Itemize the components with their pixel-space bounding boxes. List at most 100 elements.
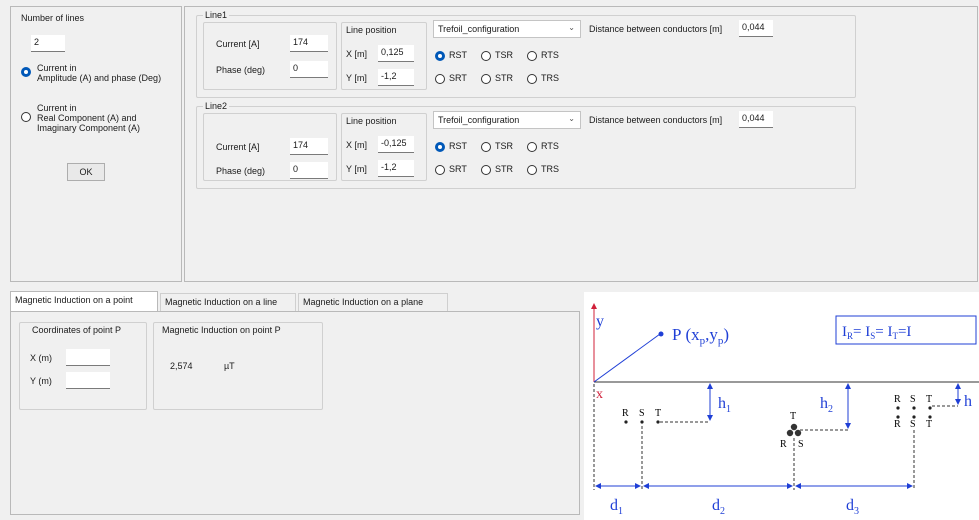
line1-order-srt-label: SRT [449,73,467,83]
line1-order-tsr-radio[interactable] [481,51,491,61]
point-marker [658,331,664,337]
amplitude-phase-label-1: Current in [37,63,77,73]
trefoil-s [794,429,802,437]
line2-order-rts-label: RTS [541,141,559,151]
line2-order-str-label: STR [495,164,513,174]
line2-order-rst-radio[interactable] [435,142,445,152]
line2-y-label: Y [m] [346,164,367,174]
trefoil-label-s: S [798,439,804,450]
line1-current-label: Current [A] [216,39,260,49]
tab-induction-line[interactable]: Magnetic Induction on a line [160,293,296,311]
line2-group: Line2 Current [A] 174 Phase (deg) 0 Line… [196,101,856,189]
line2-configuration-value: Trefoil_configuration [438,115,520,125]
line1-x-label: X [m] [346,49,368,59]
chevron-down-icon: ⌄ [568,114,575,123]
result-title: Magnetic Induction on point P [162,325,281,335]
line2-order-trs-radio[interactable] [527,165,537,175]
cond-s3a [912,406,916,410]
line1-y-input[interactable]: -1,2 [378,69,414,86]
line1-order-rst-label: RST [449,50,467,60]
y-axis-label: y [596,313,604,330]
line1-order-str-radio[interactable] [481,74,491,84]
line2-order-trs-label: TRS [541,164,559,174]
line2-distance-label: Distance between conductors [m] [589,115,723,125]
line2-configuration-select[interactable]: Trefoil_configuration ⌄ [433,111,581,129]
phase-label-t3a: T [926,394,932,405]
configuration-diagram: y x P (xp,yp) IR= IS= IT=I R S T h1 T R S… [584,292,979,520]
number-of-lines-label: Number of lines [21,13,85,23]
line1-order-srt-radio[interactable] [435,74,445,84]
line1-y-label: Y [m] [346,73,367,83]
real-imag-label-3: Imaginary Component (A) [37,123,141,133]
lines-panel: Line1 Current [A] 174 Phase (deg) 0 Line… [184,6,978,282]
d2-label: d2 [712,497,725,517]
trefoil-t [790,423,798,431]
line2-order-srt-radio[interactable] [435,165,445,175]
phase-label-s1: S [639,408,645,419]
point-x-input[interactable] [66,349,110,366]
real-imag-radio[interactable] [21,112,31,122]
ok-button[interactable]: OK [67,163,105,181]
result-value: 2,574 [170,361,193,371]
amplitude-phase-radio[interactable] [21,67,31,77]
tab-induction-point[interactable]: Magnetic Induction on a point [10,291,158,311]
line1-title: Line1 [203,10,230,20]
line2-order-srt-label: SRT [449,164,467,174]
trefoil-label-t: T [790,411,796,422]
line1-phase-input[interactable]: 0 [290,61,328,78]
phase-label-s3a: S [910,394,916,405]
point-x-label: X (m) [30,353,52,363]
current-equation: IR= IS= IT=I [842,324,911,341]
line2-order-rst-label: RST [449,141,467,151]
line1-group: Line1 Current [A] 174 Phase (deg) 0 Line… [196,10,856,98]
line2-distance-input[interactable]: 0,044 [739,111,773,128]
line1-order-str-label: STR [495,73,513,83]
line1-x-input[interactable]: 0,125 [378,45,414,62]
phase-label-t3b: T [926,419,932,430]
point-y-label: Y (m) [30,376,52,386]
line1-configuration-select[interactable]: Trefoil_configuration ⌄ [433,20,581,38]
line1-distance-input[interactable]: 0,044 [739,20,773,37]
results-tab-control: Magnetic Induction on a point Magnetic I… [10,291,580,515]
cond-t1 [656,420,660,424]
line2-order-str-radio[interactable] [481,165,491,175]
line1-current-input[interactable]: 174 [290,35,328,52]
line2-order-tsr-radio[interactable] [481,142,491,152]
line2-current-input[interactable]: 174 [290,138,328,155]
line2-current-box: Current [A] 174 Phase (deg) 0 [203,113,337,181]
point-y-input[interactable] [66,372,110,389]
phase-label-s3b: S [910,419,916,430]
d1-label: d1 [610,497,623,517]
line1-phase-label: Phase (deg) [216,65,266,75]
h3-label: h [964,393,972,410]
point-label: P (xp,yp) [672,325,729,347]
coordinates-title: Coordinates of point P [32,325,122,335]
phase-label-r3a: R [894,394,901,405]
phase-label-r3b: R [894,419,901,430]
line1-position-title: Line position [346,25,397,35]
tab-induction-plane[interactable]: Magnetic Induction on a plane [298,293,448,311]
line1-distance-label: Distance between conductors [m] [589,24,723,34]
tab-page-induction-point: Coordinates of point P X (m) Y (m) Magne… [10,311,580,515]
cond-s1 [640,420,644,424]
cond-r1 [624,420,628,424]
line2-order-rts-radio[interactable] [527,142,537,152]
line1-order-rts-radio[interactable] [527,51,537,61]
line2-phase-label: Phase (deg) [216,166,266,176]
line2-current-label: Current [A] [216,142,260,152]
line2-phase-input[interactable]: 0 [290,162,328,179]
real-imag-label-2: Real Component (A) and [37,113,137,123]
line2-x-input[interactable]: -0,125 [378,136,414,153]
line2-title: Line2 [203,101,230,111]
line1-order-trs-radio[interactable] [527,74,537,84]
line1-order-rst-radio[interactable] [435,51,445,61]
diagram-svg: y x P (xp,yp) IR= IS= IT=I R S T h1 T R S… [591,303,979,517]
number-of-lines-input[interactable]: 2 [31,35,65,52]
amplitude-phase-label-2: Amplitude (A) and phase (Deg) [37,73,162,83]
line1-order-tsr-label: TSR [495,50,513,60]
h2-label: h2 [820,395,833,415]
line2-y-input[interactable]: -1,2 [378,160,414,177]
coordinates-group: Coordinates of point P X (m) Y (m) [19,322,147,410]
line2-x-label: X [m] [346,140,368,150]
trefoil-r [786,429,794,437]
